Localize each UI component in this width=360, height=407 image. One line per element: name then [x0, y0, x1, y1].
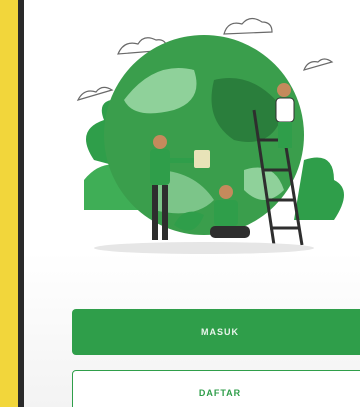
bush-icon [294, 157, 344, 220]
register-button-label: DAFTAR [198, 388, 242, 398]
device-frame: MASUK DAFTAR [0, 0, 360, 407]
register-button[interactable]: DAFTAR [72, 370, 360, 407]
login-button-label: MASUK [201, 327, 239, 337]
login-button[interactable]: MASUK [72, 309, 360, 355]
app-screen: MASUK DAFTAR [24, 0, 360, 407]
globe-icon [104, 35, 304, 235]
ground-shadow [94, 242, 314, 254]
earth-volunteers-illustration [76, 17, 344, 254]
